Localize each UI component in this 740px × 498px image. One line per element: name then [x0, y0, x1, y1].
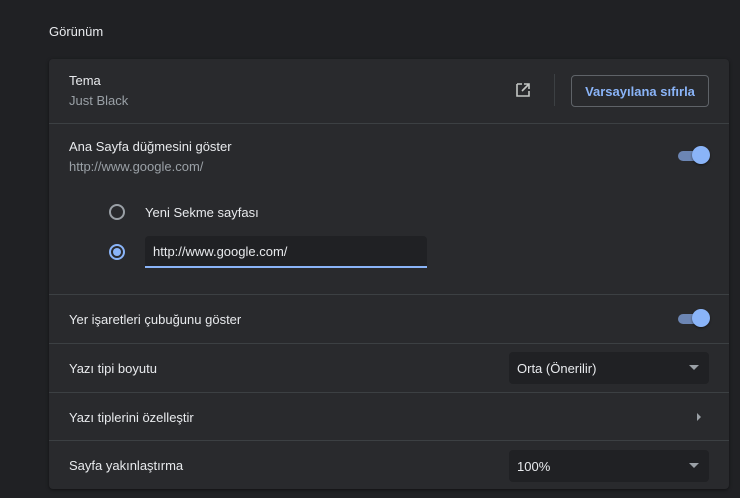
toggle-knob: [692, 146, 710, 164]
page-zoom-label: Sayfa yakınlaştırma: [69, 458, 184, 473]
radio-custom-url[interactable]: [109, 244, 125, 260]
custom-url-input[interactable]: [145, 236, 427, 268]
appearance-card: Tema Just Black Varsayılana sıfırla Ana …: [49, 59, 729, 489]
reset-theme-button[interactable]: Varsayılana sıfırla: [571, 75, 709, 107]
page-zoom-selected: 100%: [517, 459, 551, 474]
home-button-label: Ana Sayfa düğmesini göster: [69, 139, 232, 154]
vertical-separator: [554, 74, 555, 106]
font-size-selected: Orta (Önerilir): [517, 361, 597, 376]
section-title: Görünüm: [49, 24, 104, 39]
customize-fonts-row[interactable]: Yazı tiplerini özelleştir: [49, 392, 729, 440]
home-button-row: Ana Sayfa düğmesini göster http://www.go…: [49, 123, 729, 294]
theme-row: Tema Just Black Varsayılana sıfırla: [49, 59, 729, 123]
chevron-down-icon: [689, 463, 699, 468]
bookmarks-bar-toggle[interactable]: [678, 309, 710, 327]
font-size-label: Yazı tipi boyutu: [69, 361, 157, 376]
theme-label: Tema: [69, 73, 101, 88]
home-button-url: http://www.google.com/: [69, 159, 204, 174]
open-in-new-icon[interactable]: [514, 81, 532, 99]
bookmarks-bar-label: Yer işaretleri çubuğunu göster: [69, 312, 242, 327]
theme-value: Just Black: [69, 93, 129, 108]
font-size-row: Yazı tipi boyutu Orta (Önerilir): [49, 343, 729, 392]
customize-fonts-label: Yazı tiplerini özelleştir: [69, 410, 194, 425]
toggle-knob: [692, 309, 710, 327]
page-zoom-select[interactable]: 100%: [509, 450, 709, 482]
chevron-down-icon: [689, 365, 699, 370]
bookmarks-bar-row: Yer işaretleri çubuğunu göster: [49, 294, 729, 343]
home-button-toggle[interactable]: [678, 146, 710, 164]
radio-new-tab-label[interactable]: Yeni Sekme sayfası: [145, 205, 259, 220]
chevron-right-icon: [697, 413, 701, 421]
radio-new-tab[interactable]: [109, 204, 125, 220]
font-size-select[interactable]: Orta (Önerilir): [509, 352, 709, 384]
page-zoom-row: Sayfa yakınlaştırma 100%: [49, 440, 729, 489]
